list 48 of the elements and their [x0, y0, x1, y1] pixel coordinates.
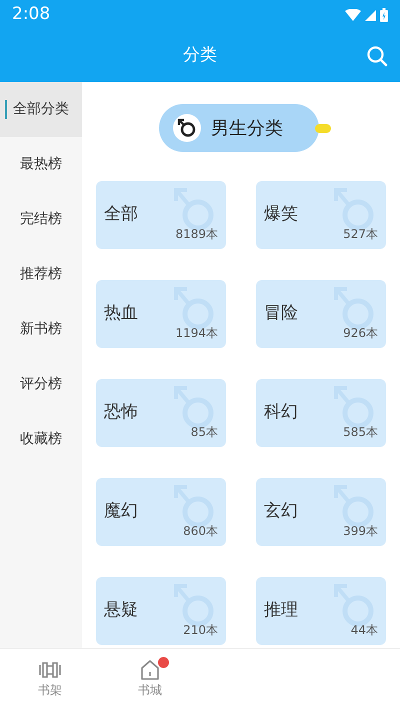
category-card[interactable]: 冒险 926本: [256, 280, 386, 348]
battery-icon: [380, 8, 388, 22]
book-count: 926本: [343, 325, 378, 342]
category-name: 全部: [104, 203, 138, 226]
sidebar-item[interactable]: 新书榜: [0, 302, 82, 357]
category-card[interactable]: 悬疑 210本: [96, 577, 226, 645]
status-time: 2:08: [12, 3, 50, 26]
book-count: 8189本: [175, 226, 218, 243]
sidebar-item[interactable]: 最热榜: [0, 137, 82, 192]
bookshelf-icon: [38, 659, 62, 681]
page-title: 分类: [183, 44, 217, 68]
category-name: 冒险: [264, 302, 298, 326]
sidebar-item[interactable]: 收藏榜: [0, 412, 82, 467]
sidebar-item[interactable]: 推荐榜: [0, 247, 82, 302]
category-name: 魔幻: [104, 500, 138, 524]
book-count: 399本: [343, 523, 378, 540]
book-count: 210本: [183, 622, 218, 639]
category-card[interactable]: 热血 1194本: [96, 280, 226, 348]
category-name: 热血: [104, 302, 138, 326]
book-count: 585本: [343, 424, 378, 441]
category-name: 科幻: [264, 401, 298, 424]
category-card[interactable]: 爆笑 527本: [256, 181, 386, 249]
category-name: 爆笑: [264, 203, 298, 226]
category-card[interactable]: 恐怖 85本: [96, 379, 226, 447]
sidebar-item[interactable]: 完结榜: [0, 192, 82, 247]
category-card[interactable]: 玄幻 399本: [256, 478, 386, 546]
male-icon: [176, 117, 198, 139]
sidebar-item[interactable]: 评分榜: [0, 357, 82, 412]
category-card[interactable]: 科幻 585本: [256, 379, 386, 447]
category-name: 推理: [264, 599, 298, 622]
book-count: 1194本: [175, 325, 218, 342]
category-header-label: 男生分类: [211, 116, 283, 140]
book-count: 860本: [183, 523, 218, 540]
book-count: 44本: [350, 622, 378, 639]
wifi-icon: [345, 9, 361, 21]
category-name: 悬疑: [104, 599, 138, 622]
nav-tab[interactable]: 书架: [0, 649, 100, 710]
book-count: 527本: [343, 226, 378, 243]
category-card[interactable]: 全部 8189本: [96, 181, 226, 249]
sidebar-item[interactable]: 全部分类: [0, 82, 82, 137]
category-name: 恐怖: [104, 401, 138, 424]
home-icon: [139, 659, 161, 681]
signal-icon: [365, 10, 376, 20]
category-card[interactable]: 推理 44本: [256, 577, 386, 645]
book-count: 85本: [190, 424, 218, 441]
category-card[interactable]: 魔幻 860本: [96, 478, 226, 546]
nav-tab[interactable]: 书城: [100, 649, 200, 710]
category-name: 玄幻: [264, 500, 298, 524]
